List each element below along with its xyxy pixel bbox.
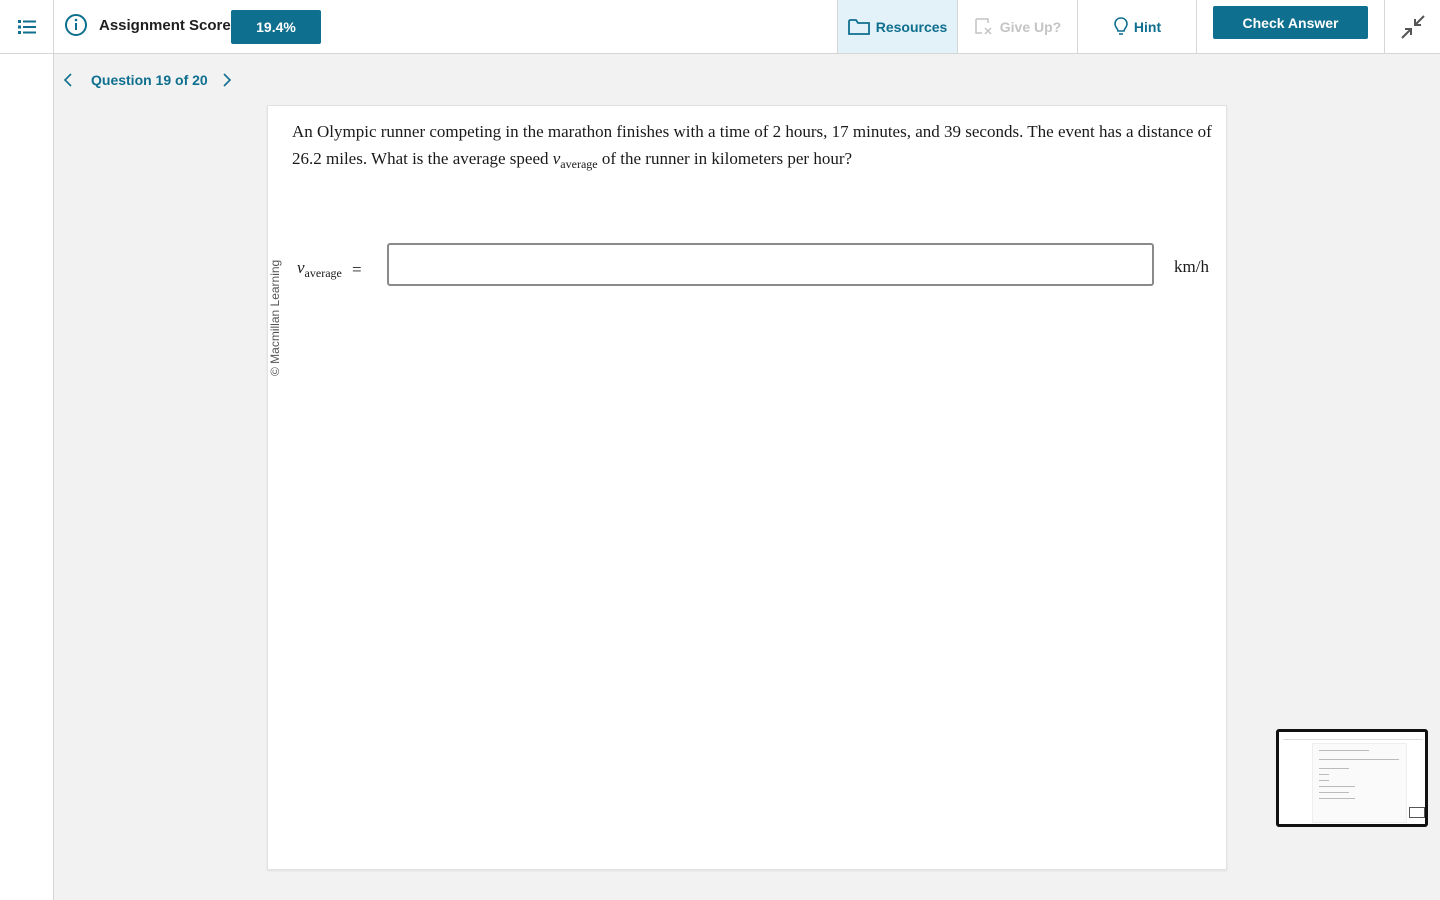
assignment-score-label: Assignment Score: [99, 17, 236, 34]
folder-icon [847, 18, 870, 35]
resources-button[interactable]: Resources [837, 0, 957, 53]
answer-velocity-symbol: v [297, 258, 305, 277]
velocity-subscript: average [560, 157, 598, 171]
give-up-icon [975, 17, 992, 35]
question-card: © Macmillan Learning An Olympic runner c… [267, 105, 1227, 870]
hint-label: Hint [1133, 18, 1162, 35]
equals-sign: = [352, 260, 362, 279]
answer-variable-label: vaverage [297, 258, 342, 281]
collapse-button[interactable] [1384, 0, 1440, 53]
menu-list-button[interactable] [0, 0, 54, 53]
list-icon [17, 19, 36, 34]
chevron-right-icon [223, 73, 232, 87]
left-sidebar [0, 54, 54, 900]
assignment-score-badge: 19.4% [231, 10, 321, 44]
question-text-part2: of the runner in kilometers per hour? [597, 149, 853, 168]
check-answer-button[interactable]: Check Answer [1213, 6, 1368, 39]
toolbar-divider [1196, 0, 1197, 53]
question-counter[interactable]: Question 19 of 20 [91, 72, 208, 88]
resources-label: Resources [875, 18, 948, 35]
minimap-line [1319, 774, 1329, 775]
question-text: An Olympic runner competing in the marat… [292, 118, 1212, 178]
previous-question-button[interactable] [58, 70, 78, 90]
collapse-arrows-icon [1400, 14, 1425, 39]
minimap-line [1319, 750, 1369, 751]
minimap-line [1319, 786, 1355, 787]
top-bar: Assignment Score: 19.4% Resources Give U… [0, 0, 1440, 54]
next-question-button[interactable] [217, 70, 237, 90]
answer-velocity-subscript: average [304, 266, 342, 280]
chevron-left-icon [63, 73, 72, 87]
give-up-button[interactable]: Give Up? [957, 0, 1077, 53]
minimap-line [1319, 768, 1349, 769]
minimap-viewport[interactable] [1409, 807, 1425, 818]
answer-input[interactable] [387, 243, 1154, 286]
minimap-topbar [1283, 735, 1423, 740]
minimap-line [1319, 780, 1329, 781]
page-minimap[interactable] [1276, 729, 1428, 827]
answer-unit: km/h [1174, 257, 1209, 276]
minimap-line [1319, 759, 1399, 760]
copyright-label: © Macmillan Learning [268, 259, 282, 376]
give-up-label: Give Up? [999, 18, 1062, 35]
minimap-line [1319, 798, 1355, 799]
minimap-line [1319, 792, 1349, 793]
lightbulb-icon [1114, 16, 1128, 35]
hint-button[interactable]: Hint [1077, 0, 1197, 53]
minimap-card [1312, 743, 1407, 823]
info-icon[interactable] [64, 13, 88, 37]
